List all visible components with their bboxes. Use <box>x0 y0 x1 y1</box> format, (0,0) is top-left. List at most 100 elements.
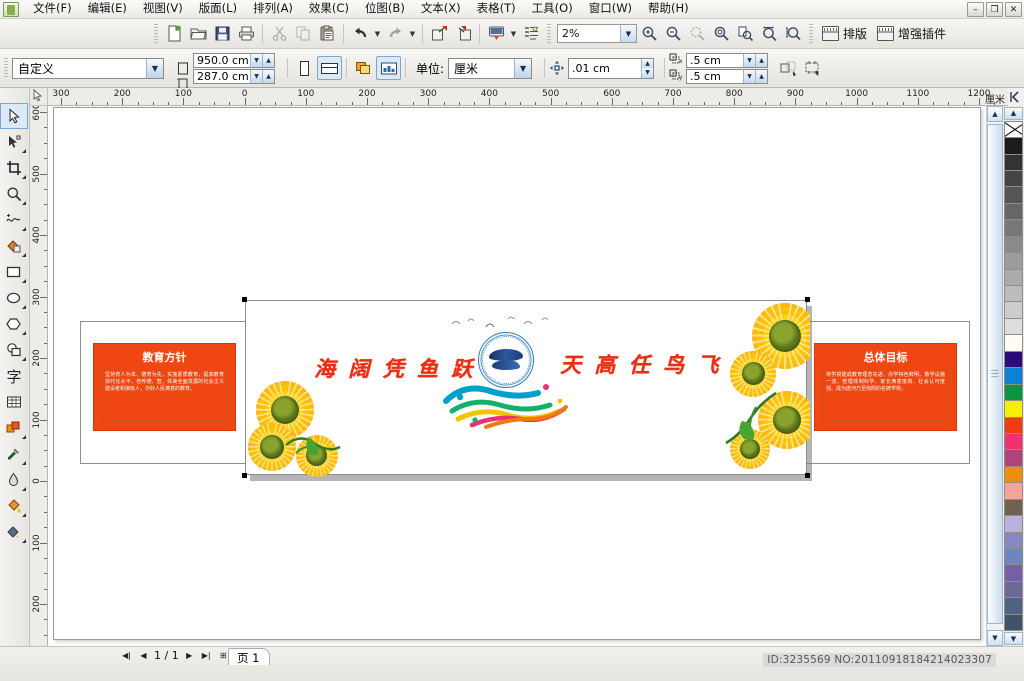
zoom-tool[interactable] <box>0 181 28 207</box>
print-icon[interactable] <box>234 22 258 46</box>
menu-tools[interactable]: 工具(O) <box>524 0 581 18</box>
table-tool[interactable] <box>0 389 28 415</box>
new-document-icon[interactable] <box>162 22 186 46</box>
color-swatch[interactable] <box>1004 137 1023 155</box>
outline-tool[interactable] <box>0 467 28 493</box>
duplicate-x-down[interactable]: ▼ <box>743 53 756 67</box>
page-width-down[interactable]: ▼ <box>250 53 262 67</box>
zoom-to-page-height-icon[interactable] <box>781 22 805 46</box>
nudge-down[interactable]: ▼ <box>641 67 654 78</box>
flyout-arrow-icon[interactable] <box>22 305 26 309</box>
flyout-arrow-icon[interactable] <box>22 279 26 283</box>
selection-handle-sw[interactable] <box>242 473 247 478</box>
color-swatch[interactable] <box>1004 334 1023 352</box>
color-swatch[interactable] <box>1004 285 1023 303</box>
plugin-layout-button[interactable]: 排版 <box>817 22 872 46</box>
dock-collapse-icon[interactable] <box>1009 90 1024 106</box>
publish-pdf-icon[interactable] <box>484 22 508 46</box>
menu-text[interactable]: 文本(X) <box>413 0 469 18</box>
last-page-button[interactable]: ▶| <box>200 649 213 662</box>
zoom-to-selection-icon[interactable] <box>685 22 709 46</box>
previous-page-button[interactable]: ◀ <box>137 649 150 662</box>
color-swatch[interactable] <box>1004 153 1023 171</box>
zoom-in-icon[interactable] <box>637 22 661 46</box>
cut-icon[interactable] <box>267 22 291 46</box>
page-width-field[interactable]: 950.0 cm ▼ ▲ <box>193 52 275 68</box>
eyedropper-tool[interactable] <box>0 441 28 467</box>
fill-tool[interactable] <box>0 493 28 519</box>
flyout-arrow-icon[interactable] <box>22 253 26 257</box>
open-document-icon[interactable] <box>186 22 210 46</box>
color-swatch[interactable] <box>1004 416 1023 434</box>
color-swatch[interactable] <box>1004 350 1023 369</box>
color-swatch[interactable] <box>1004 482 1023 500</box>
first-page-button[interactable]: ◀| <box>120 649 133 662</box>
undo-icon[interactable] <box>348 22 372 46</box>
menu-window[interactable]: 窗口(W) <box>581 0 640 18</box>
save-icon[interactable] <box>210 22 234 46</box>
menu-arrange[interactable]: 排列(A) <box>245 0 301 18</box>
menu-file[interactable]: 文件(F) <box>25 0 80 18</box>
ellipse-tool[interactable] <box>0 285 28 311</box>
duplicate-x-up[interactable]: ▲ <box>755 53 768 67</box>
flyout-arrow-icon[interactable] <box>22 461 26 465</box>
color-swatch[interactable] <box>1004 548 1023 566</box>
color-swatch[interactable] <box>1004 169 1023 188</box>
current-page-button[interactable] <box>376 56 401 80</box>
selection-handle-ne[interactable] <box>805 297 810 302</box>
color-swatch[interactable] <box>1004 367 1023 385</box>
polygon-tool[interactable] <box>0 311 28 337</box>
scroll-up-button[interactable]: ▲ <box>987 106 1003 122</box>
selection-handle-nw[interactable] <box>242 297 247 302</box>
paste-icon[interactable] <box>315 22 339 46</box>
import-icon[interactable] <box>427 22 451 46</box>
page-height-up[interactable]: ▲ <box>262 69 274 83</box>
scroll-down-button[interactable]: ▼ <box>987 630 1003 646</box>
propbar-grip[interactable] <box>4 58 8 78</box>
duplicate-y-field[interactable]: .5 cm ▼ ▲ <box>686 68 769 84</box>
duplicate-y-down[interactable]: ▼ <box>743 69 756 83</box>
copy-icon[interactable] <box>291 22 315 46</box>
shape-tool[interactable] <box>0 129 28 155</box>
text-tool[interactable]: 字 <box>0 363 28 389</box>
export-icon[interactable] <box>451 22 475 46</box>
publish-dropdown-icon[interactable]: ▼ <box>508 23 519 45</box>
menu-view[interactable]: 视图(V) <box>135 0 191 18</box>
menu-table[interactable]: 表格(T) <box>469 0 524 18</box>
flyout-arrow-icon[interactable] <box>22 227 26 231</box>
palette-scroll-up[interactable]: ▲ <box>1004 107 1023 120</box>
orientation-portrait-button[interactable] <box>292 56 317 80</box>
color-swatch[interactable] <box>1004 580 1023 599</box>
color-swatch[interactable] <box>1004 301 1023 319</box>
pick-tool[interactable] <box>0 103 28 129</box>
color-swatch[interactable] <box>1004 383 1023 402</box>
color-swatch[interactable] <box>1004 317 1023 336</box>
color-swatch[interactable] <box>1004 252 1023 270</box>
restore-button[interactable]: ❐ <box>986 2 1003 17</box>
color-swatch[interactable] <box>1004 235 1023 254</box>
zoom-grip[interactable] <box>547 23 551 44</box>
paper-type-combo[interactable]: 自定义 ▼ <box>12 57 164 79</box>
chevron-down-icon[interactable]: ▼ <box>514 58 532 78</box>
color-swatch[interactable] <box>1004 564 1023 582</box>
minimize-button[interactable]: – <box>967 2 984 17</box>
treat-as-filled-button[interactable] <box>776 56 801 80</box>
zoom-out-icon[interactable] <box>661 22 685 46</box>
flyout-arrow-icon[interactable] <box>22 357 26 361</box>
zoom-to-page-icon[interactable] <box>733 22 757 46</box>
vertical-scroll-thumb[interactable]: ||| <box>987 124 1003 624</box>
chevron-down-icon[interactable]: ▼ <box>146 58 163 78</box>
color-swatch[interactable] <box>1004 186 1023 204</box>
smart-fill-tool[interactable] <box>0 233 28 259</box>
right-info-panel[interactable]: 总体目标 将学校建成教育理念先进、办学特色鲜明、教学设施一流、管理体制科学、家长… <box>814 343 957 431</box>
freehand-tool[interactable] <box>0 207 28 233</box>
toolbar-grip[interactable] <box>154 23 158 44</box>
application-icon[interactable] <box>3 1 19 17</box>
redo-dropdown-icon[interactable]: ▼ <box>407 23 418 45</box>
ruler-origin-button[interactable] <box>30 88 48 106</box>
color-swatch[interactable] <box>1004 597 1023 615</box>
color-swatch[interactable] <box>1004 465 1023 484</box>
plugin-enhanced-button[interactable]: 增强插件 <box>872 22 951 46</box>
drawing-canvas[interactable]: 教育方针 坚持育人为本、德育为先，实施素质教育，提高教育现代化水平，培养德、智、… <box>48 106 986 646</box>
orientation-landscape-button[interactable] <box>317 56 342 80</box>
